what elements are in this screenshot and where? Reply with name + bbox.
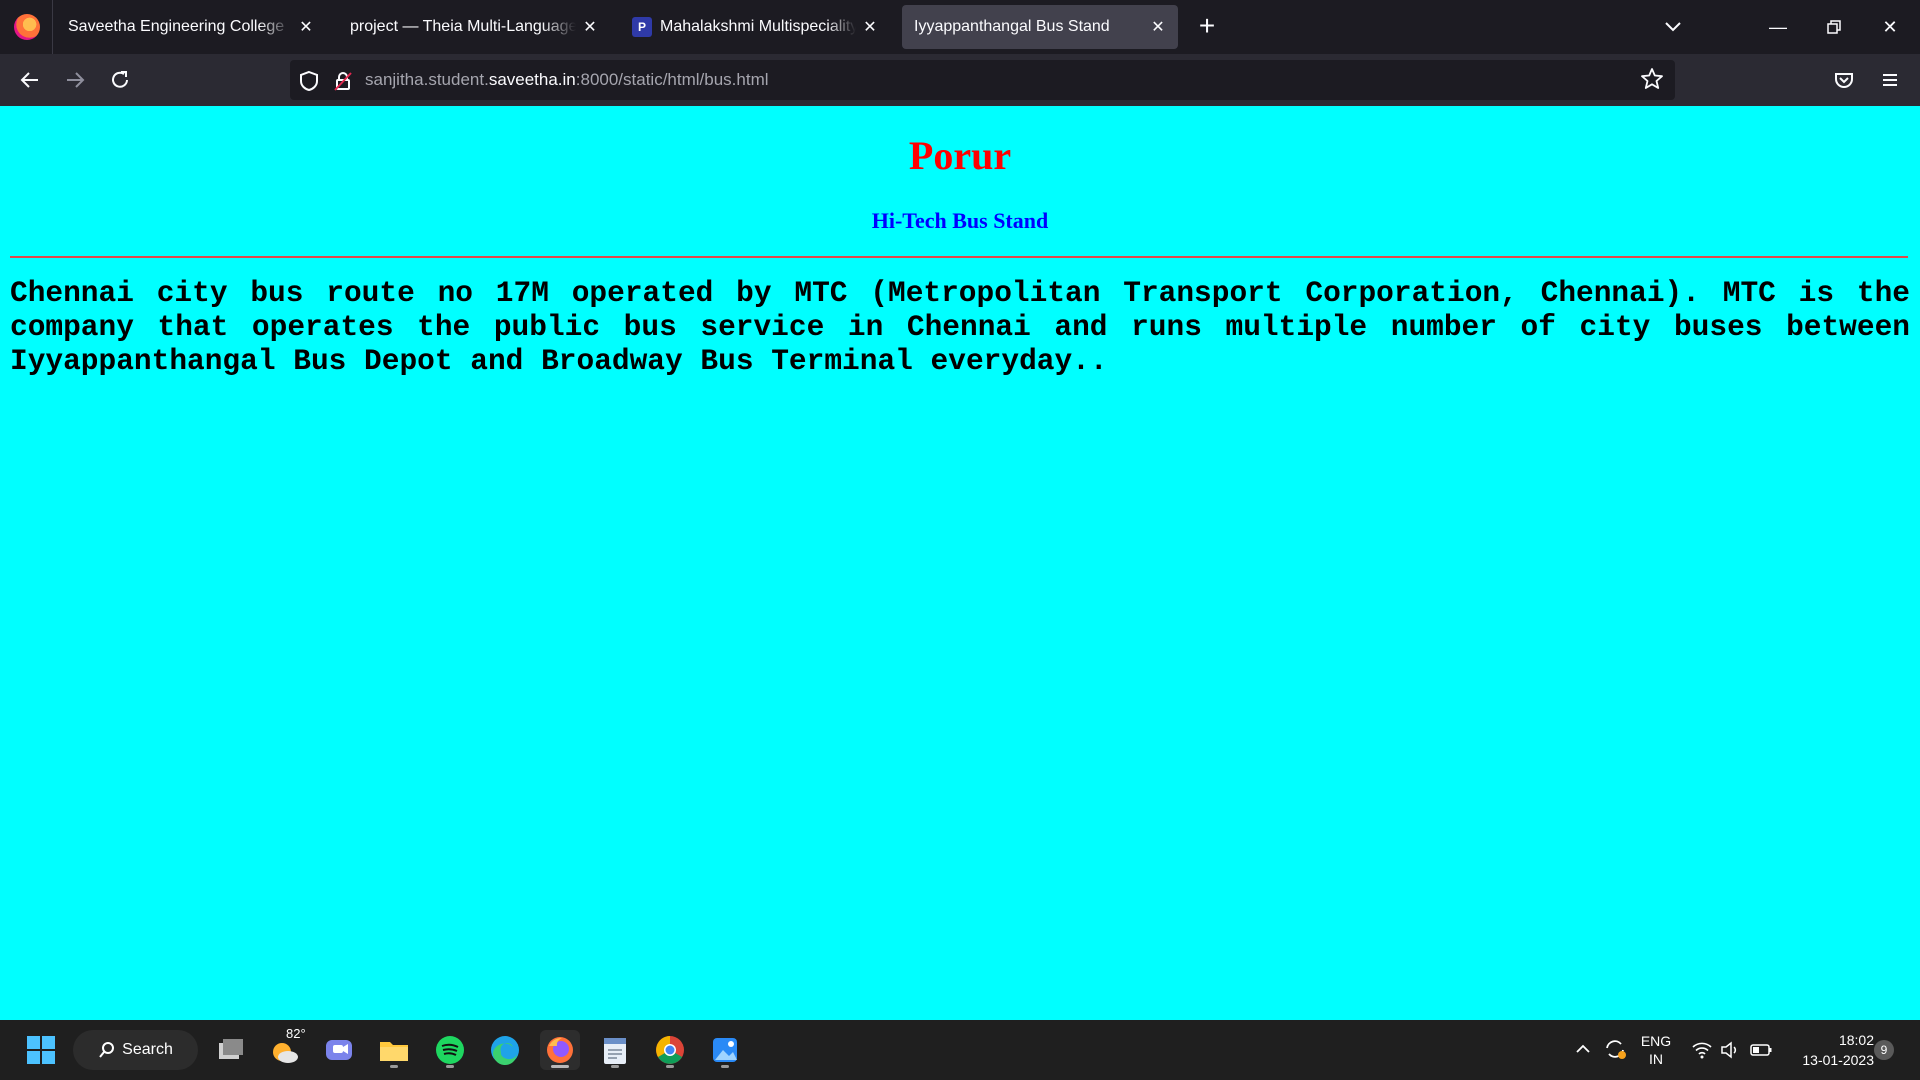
site-favicon-icon: P — [632, 17, 652, 37]
url-prefix: sanjitha.student. — [365, 70, 489, 89]
running-indicator — [611, 1065, 619, 1068]
restore-icon[interactable] — [1814, 10, 1854, 44]
insecure-lock-icon[interactable] — [332, 70, 354, 92]
tab-iyyappanthangal[interactable]: Iyyappanthangal Bus Stand ✕ — [902, 5, 1178, 49]
notification-badge[interactable]: 9 — [1874, 1040, 1894, 1060]
teams-chat-icon[interactable] — [319, 1030, 359, 1070]
forward-button[interactable] — [59, 64, 91, 96]
language-indicator[interactable]: ENG IN — [1638, 1032, 1674, 1068]
page-subtitle: Hi-Tech Bus Stand — [871, 208, 1049, 233]
clock[interactable]: 18:02 13-01-2023 — [1788, 1030, 1874, 1070]
active-indicator — [551, 1065, 569, 1068]
running-indicator — [446, 1065, 454, 1068]
clock-date: 13-01-2023 — [1802, 1052, 1874, 1068]
address-bar[interactable]: sanjitha.student.saveetha.in:8000/static… — [290, 60, 1675, 100]
language-code: ENG — [1640, 1033, 1672, 1049]
tab-saveetha[interactable]: Saveetha Engineering College ✕ — [56, 5, 326, 49]
tab-label: project — Theia Multi-Language Ex — [350, 18, 576, 35]
search-label: Search — [122, 1041, 173, 1058]
page-body-text: Chennai city bus route no 17M operated b… — [10, 276, 1910, 378]
tab-theia[interactable]: project — Theia Multi-Language Ex ✕ — [338, 5, 610, 49]
horizontal-rule — [10, 256, 1908, 258]
running-indicator — [390, 1065, 398, 1068]
running-indicator — [666, 1065, 674, 1068]
battery-icon[interactable] — [1748, 1038, 1774, 1062]
tab-mahalakshmi[interactable]: P Mahalakshmi Multispeciality Ho ✕ — [620, 5, 890, 49]
minimize-icon[interactable]: — — [1758, 10, 1798, 44]
volume-icon[interactable] — [1718, 1038, 1742, 1062]
navigation-toolbar: sanjitha.student.saveetha.in:8000/static… — [0, 54, 1920, 106]
tab-strip: Saveetha Engineering College ✕ project —… — [0, 0, 1920, 54]
photos-app-icon[interactable] — [705, 1030, 745, 1070]
tab-separator — [52, 0, 53, 54]
notepad-app-icon[interactable] — [595, 1030, 635, 1070]
tab-label: Saveetha Engineering College — [68, 18, 285, 35]
url-host: saveetha.in — [488, 70, 576, 89]
windows-taskbar: Search 82° ENG IN 18:02 13-01-2023 9 — [0, 1020, 1920, 1080]
url-path: :8000/static/html/bus.html — [575, 70, 769, 89]
close-icon[interactable]: ✕ — [582, 17, 598, 37]
close-icon[interactable]: ✕ — [862, 17, 878, 37]
menu-hamburger-icon[interactable] — [1874, 64, 1906, 96]
back-button[interactable] — [14, 64, 46, 96]
task-view-icon[interactable] — [210, 1030, 250, 1070]
clock-time: 18:02 — [1838, 1032, 1874, 1048]
new-tab-button[interactable]: + — [1190, 10, 1224, 44]
web-page-content: Porur Hi-Tech Bus Stand Chennai city bus… — [0, 106, 1920, 1020]
chrome-icon[interactable] — [650, 1030, 690, 1070]
windows-start-icon[interactable] — [21, 1030, 61, 1070]
sync-icon[interactable] — [1602, 1036, 1628, 1062]
region-code: IN — [1649, 1051, 1663, 1067]
firefox-logo-icon[interactable] — [14, 14, 40, 40]
running-indicator — [721, 1065, 729, 1068]
close-icon[interactable]: ✕ — [298, 17, 314, 37]
close-icon[interactable]: ✕ — [1150, 17, 1166, 37]
url-text[interactable]: sanjitha.student.saveetha.in:8000/static… — [365, 70, 769, 90]
tracking-protection-shield-icon[interactable] — [298, 70, 320, 92]
wifi-icon[interactable] — [1690, 1038, 1714, 1062]
close-window-icon[interactable]: ✕ — [1870, 10, 1910, 44]
list-all-tabs-icon[interactable] — [1658, 12, 1688, 42]
show-hidden-icons-chevron-up-icon[interactable] — [1572, 1038, 1594, 1060]
bookmark-star-icon[interactable] — [1639, 66, 1667, 94]
weather-widget-icon[interactable]: 82° — [266, 1026, 306, 1070]
tab-label: Iyyappanthangal Bus Stand — [914, 18, 1110, 35]
spotify-icon[interactable] — [430, 1030, 470, 1070]
pocket-icon[interactable] — [1828, 64, 1860, 96]
tab-label: Mahalakshmi Multispeciality Ho — [660, 18, 856, 35]
weather-temperature: 82° — [286, 1026, 306, 1041]
taskbar-search-button[interactable]: Search — [73, 1030, 198, 1070]
edge-icon[interactable] — [485, 1030, 525, 1070]
reload-button[interactable] — [104, 64, 136, 96]
search-icon — [99, 1042, 115, 1058]
file-explorer-icon[interactable] — [374, 1030, 414, 1070]
page-title: Porur — [908, 133, 1012, 178]
firefox-taskbar-icon[interactable] — [540, 1030, 580, 1070]
